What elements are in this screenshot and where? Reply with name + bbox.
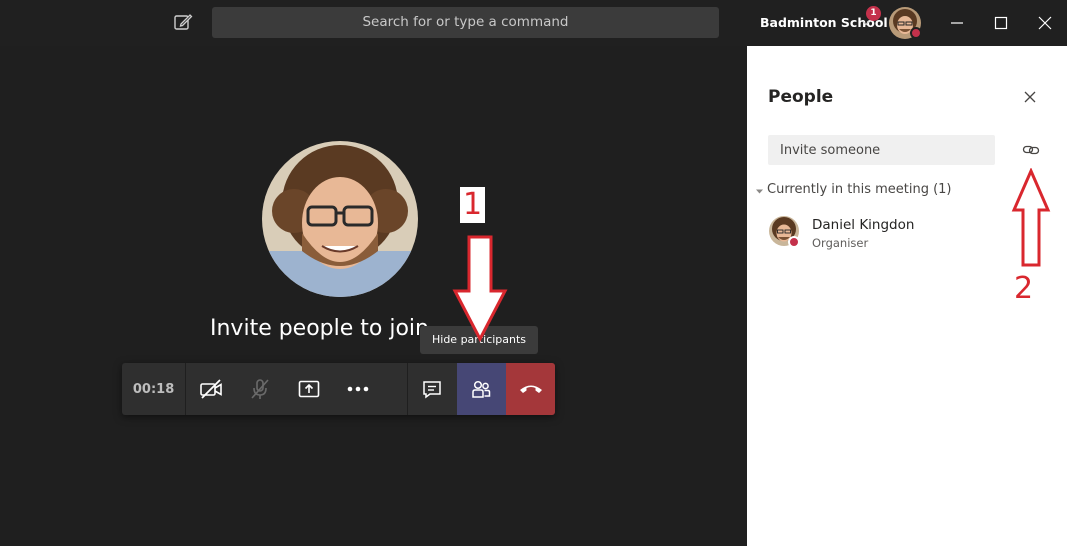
close-window-icon[interactable] <box>1035 13 1055 33</box>
hang-up-button[interactable] <box>505 363 556 415</box>
notification-badge: 1 <box>866 6 881 21</box>
close-panel-icon[interactable] <box>1023 90 1037 104</box>
participants-button[interactable] <box>456 363 506 415</box>
annotation-arrow-down <box>452 235 508 343</box>
presence-dot <box>910 27 922 39</box>
participant-role: Organiser <box>812 236 869 250</box>
teams-window: Search for or type a command Badminton S… <box>0 0 1067 546</box>
participants-icon <box>472 380 491 398</box>
annotation-label-1: 1 <box>460 187 485 223</box>
chat-button[interactable] <box>408 363 457 415</box>
hang-up-icon <box>519 385 542 393</box>
participant-name[interactable]: Daniel Kingdon <box>812 217 914 233</box>
invite-someone-input[interactable] <box>768 135 995 165</box>
title-bar: Search for or type a command Badminton S… <box>0 0 1067 46</box>
minimize-icon[interactable] <box>947 13 967 33</box>
chevron-down-icon[interactable] <box>755 187 764 196</box>
presence-dot <box>788 236 800 248</box>
participant-avatar-large <box>262 141 418 297</box>
call-timer: 00:18 <box>122 363 187 415</box>
panel-title: People <box>768 87 834 107</box>
share-link-icon[interactable] <box>1022 141 1040 159</box>
search-box[interactable]: Search for or type a command <box>212 7 719 38</box>
annotation-label-2: 2 <box>1014 271 1034 306</box>
maximize-icon[interactable] <box>991 13 1011 33</box>
call-controls: 00:18 <box>122 363 556 415</box>
share-screen-icon <box>298 380 320 398</box>
share-screen-button[interactable] <box>284 363 333 415</box>
chat-icon <box>423 381 442 399</box>
compose-icon[interactable] <box>172 11 194 33</box>
more-actions-button[interactable] <box>333 363 382 415</box>
annotation-arrow-up <box>1011 168 1051 267</box>
in-meeting-section-header[interactable]: Currently in this meeting (1) <box>767 182 952 197</box>
mic-toggle-button[interactable] <box>235 363 284 415</box>
chevron-down-icon[interactable] <box>862 19 870 27</box>
camera-off-icon <box>199 379 222 399</box>
camera-toggle-button[interactable] <box>186 363 235 415</box>
more-icon <box>347 386 369 392</box>
meeting-stage <box>0 46 747 546</box>
controls-divider <box>382 363 408 415</box>
mic-off-icon <box>251 379 269 399</box>
invite-people-text: Invite people to join <box>210 316 429 341</box>
